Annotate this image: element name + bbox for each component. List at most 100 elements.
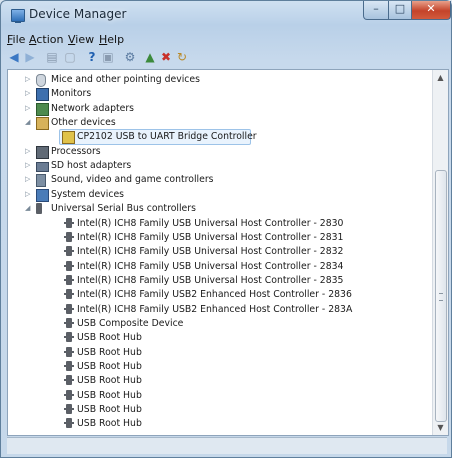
tree-item[interactable]: USB Root Hub	[8, 417, 428, 431]
warning-device-icon	[62, 131, 75, 145]
vertical-scrollbar[interactable]: ▲ ▼	[432, 70, 448, 435]
console-icon[interactable]: ▣	[101, 51, 115, 64]
tree-item[interactable]: ▷ SD host adapters	[8, 159, 428, 173]
tree-item[interactable]: Intel(R) ICH8 Family USB Universal Host …	[8, 231, 428, 245]
tree-item-label: USB Root Hub	[77, 332, 142, 344]
tree-item[interactable]: USB Composite Device	[8, 317, 428, 331]
scroll-down-icon[interactable]: ▼	[436, 423, 445, 432]
usb-plug-icon	[64, 260, 74, 271]
usb-plug-icon	[64, 317, 74, 328]
expand-arrow-icon[interactable]: ▷	[25, 147, 32, 155]
menu-view[interactable]: View	[68, 33, 94, 46]
tree-item[interactable]: ▷ Monitors	[8, 87, 428, 102]
tree-item[interactable]: Intel(R) ICH8 Family USB Universal Host …	[8, 245, 428, 259]
monitor-icon	[36, 88, 49, 102]
tree-item[interactable]: ▷ System devices	[8, 188, 428, 202]
usb-plug-icon	[64, 361, 74, 371]
tree-item-label: Other devices	[51, 117, 116, 129]
tree-item-label: USB Root Hub	[77, 418, 142, 430]
mouse-icon	[36, 74, 46, 87]
tree-item-label: USB Composite Device	[77, 317, 184, 329]
usb-plug-icon	[64, 217, 74, 228]
tree-item-label: Universal Serial Bus controllers	[51, 203, 196, 215]
maximize-button[interactable]: □	[388, 1, 412, 20]
tree-item-label: Processors	[51, 145, 101, 157]
forward-arrow-icon[interactable]: ▶	[23, 51, 37, 64]
menu-view-label: iew	[75, 33, 95, 46]
tree-item-label: Intel(R) ICH8 Family USB Universal Host …	[77, 260, 344, 272]
console-tree-icon[interactable]: ▤	[45, 51, 59, 64]
window-title: Device Manager	[29, 7, 127, 21]
expand-arrow-icon[interactable]: ▷	[25, 190, 32, 198]
expand-arrow-icon[interactable]: ▷	[25, 104, 32, 112]
tree-item[interactable]: ◢ Universal Serial Bus controllers	[8, 202, 428, 216]
tree-item[interactable]: ▷ Network adapters	[8, 102, 428, 116]
tree-item[interactable]: Intel(R) ICH8 Family USB2 Enhanced Host …	[8, 288, 428, 302]
disable-icon[interactable]: ↻	[175, 51, 189, 64]
minimize-icon: –	[373, 2, 379, 15]
usb-plug-icon	[64, 303, 74, 314]
minimize-button[interactable]: –	[363, 1, 389, 20]
tree-item-label: Monitors	[51, 88, 92, 100]
scroll-thumb[interactable]	[435, 170, 447, 422]
close-icon: ✕	[426, 2, 436, 15]
device-tree-pane[interactable]: ▷ Mice and other pointing devices ▷ Monitor…	[7, 69, 449, 436]
expand-arrow-icon[interactable]: ▷	[25, 90, 32, 97]
expand-arrow-icon[interactable]: ▷	[25, 176, 32, 183]
tree-item[interactable]: Intel(R) ICH8 Family USB2 Enhanced Host …	[8, 303, 428, 317]
maximize-icon: □	[394, 2, 406, 15]
tree-item[interactable]: ▷ Processors	[8, 145, 428, 159]
collapse-arrow-icon[interactable]: ◢	[25, 205, 32, 212]
menu-help-label: elp	[107, 33, 125, 46]
tree-item[interactable]: USB Root Hub	[8, 403, 428, 417]
usb-plug-icon	[64, 346, 74, 357]
help-icon[interactable]: ?	[85, 51, 99, 64]
tree-item[interactable]: Intel(R) ICH8 Family USB Universal Host …	[8, 260, 428, 274]
tree-item[interactable]: Intel(R) ICH8 Family USB Universal Host …	[8, 217, 428, 231]
usb-plug-icon	[64, 274, 74, 285]
title-bar[interactable]: Device Manager – □ ✕	[1, 1, 451, 29]
uninstall-icon[interactable]: ✖	[159, 51, 173, 64]
usb-plug-icon	[64, 332, 74, 343]
tree-item-label: Intel(R) ICH8 Family USB2 Enhanced Host …	[77, 303, 353, 315]
tree-item[interactable]: USB Root Hub	[8, 360, 428, 374]
menu-action[interactable]: Action	[29, 33, 63, 46]
expand-arrow-icon[interactable]: ▷	[25, 76, 32, 83]
tree-item[interactable]: USB Root Hub	[8, 331, 428, 345]
usb-plug-icon	[64, 389, 74, 400]
usb-controller-icon	[36, 203, 42, 215]
scan-hardware-icon[interactable]: ⚙	[123, 51, 137, 64]
processor-icon	[36, 145, 49, 159]
menu-file[interactable]: File	[7, 33, 25, 46]
tree-item-label: SD host adapters	[51, 160, 132, 172]
tree-item-label: Sound, video and game controllers	[51, 174, 214, 186]
scroll-up-icon[interactable]: ▲	[436, 73, 445, 82]
menu-help[interactable]: Help	[99, 33, 124, 46]
tree-item[interactable]: USB Root Hub	[8, 346, 428, 360]
status-bar	[7, 437, 447, 454]
tree-item-label: USB Root Hub	[77, 361, 142, 372]
tree-item[interactable]: ◢ Other devices	[8, 116, 428, 131]
update-driver-icon[interactable]: ▲	[143, 51, 157, 64]
collapse-arrow-icon[interactable]: ◢	[25, 119, 32, 126]
tree-item[interactable]: Intel(R) ICH8 Family USB Universal Host …	[8, 274, 428, 288]
usb-plug-icon	[64, 375, 74, 386]
properties-icon[interactable]: ▢	[63, 51, 77, 64]
menu-file-label: ile	[12, 33, 26, 46]
tree-item-label: Intel(R) ICH8 Family USB Universal Host …	[77, 217, 344, 229]
usb-plug-icon	[64, 289, 74, 300]
sd-host-icon	[36, 162, 49, 173]
tree-item[interactable]: USB Root Hub	[8, 374, 428, 388]
expand-arrow-icon[interactable]: ▷	[25, 162, 32, 169]
usb-plug-icon	[64, 418, 74, 429]
tree-item[interactable]: USB Root Hub	[8, 389, 428, 403]
tree-item[interactable]: ▷ Sound, video and game controllers	[8, 173, 428, 188]
tree-item[interactable]: ▷ Mice and other pointing devices	[8, 73, 428, 87]
close-button[interactable]: ✕	[411, 1, 451, 20]
tree-item[interactable]: CP2102 USB to UART Bridge Controller	[8, 129, 428, 146]
usb-plug-icon	[64, 246, 74, 257]
system-devices-icon	[36, 188, 49, 202]
toolbar: ◀ ▶ ▤ ▢ ? ▣ ⚙ ▲ ✖ ↻	[5, 49, 449, 67]
back-arrow-icon[interactable]: ◀	[7, 51, 21, 64]
tree-item-label: Mice and other pointing devices	[51, 74, 200, 85]
